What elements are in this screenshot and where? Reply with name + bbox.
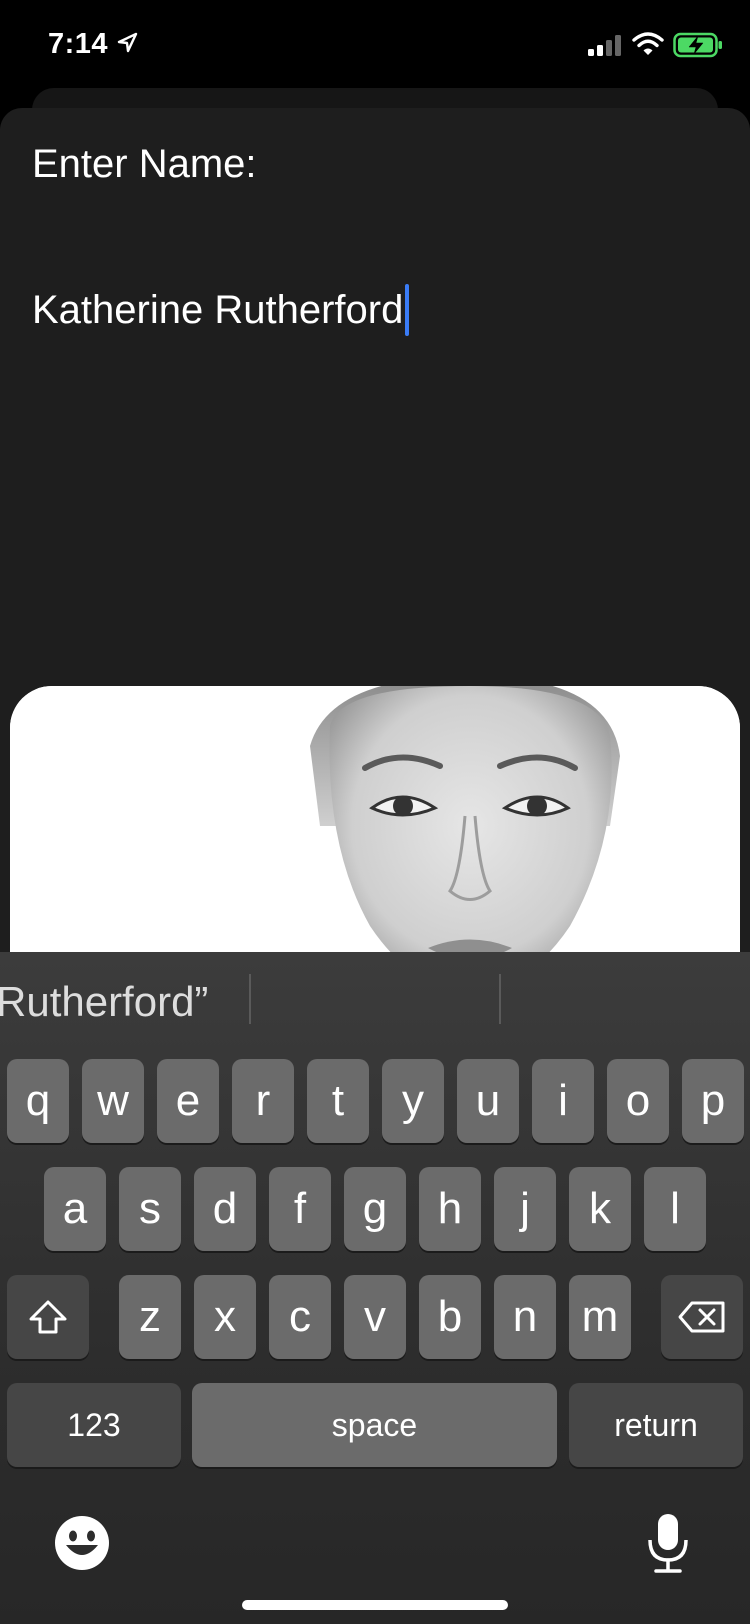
key-u[interactable]: u (457, 1059, 519, 1143)
key-a[interactable]: a (44, 1167, 106, 1251)
keyboard: Rutherford” q w e r t y u i o p a s d f … (0, 952, 750, 1624)
name-text-field[interactable]: Katherine Rutherford (32, 284, 410, 336)
emoji-icon (55, 1516, 109, 1570)
key-g[interactable]: g (344, 1167, 406, 1251)
key-n[interactable]: n (494, 1275, 556, 1359)
key-j[interactable]: j (494, 1167, 556, 1251)
key-q[interactable]: q (7, 1059, 69, 1143)
signal-icon (588, 35, 621, 56)
key-b[interactable]: b (419, 1275, 481, 1359)
suggestion-item[interactable]: Rutherford” (0, 978, 208, 1026)
delete-key[interactable] (661, 1275, 743, 1359)
key-f[interactable]: f (269, 1167, 331, 1251)
battery-charging-icon (673, 32, 722, 58)
microphone-icon (648, 1514, 688, 1573)
key-s[interactable]: s (119, 1167, 181, 1251)
shift-key[interactable] (7, 1275, 89, 1359)
key-d[interactable]: d (194, 1167, 256, 1251)
return-key[interactable]: return (569, 1383, 743, 1467)
name-field-value: Katherine Rutherford (32, 287, 404, 332)
predictive-bar: Rutherford” (0, 952, 750, 1056)
key-r[interactable]: r (232, 1059, 294, 1143)
key-v[interactable]: v (344, 1275, 406, 1359)
delete-icon (678, 1301, 725, 1333)
key-p[interactable]: p (682, 1059, 744, 1143)
key-e[interactable]: e (157, 1059, 219, 1143)
key-x[interactable]: x (194, 1275, 256, 1359)
shift-icon (29, 1300, 67, 1334)
key-w[interactable]: w (82, 1059, 144, 1143)
dictation-button[interactable] (646, 1512, 690, 1574)
emoji-button[interactable] (54, 1515, 110, 1571)
key-l[interactable]: l (644, 1167, 706, 1251)
key-y[interactable]: y (382, 1059, 444, 1143)
status-bar: 7:14 (0, 0, 750, 90)
key-m[interactable]: m (569, 1275, 631, 1359)
key-i[interactable]: i (532, 1059, 594, 1143)
key-k[interactable]: k (569, 1167, 631, 1251)
space-key[interactable]: space (192, 1383, 557, 1467)
text-cursor (405, 284, 410, 336)
key-z[interactable]: z (119, 1275, 181, 1359)
suggestion-divider (499, 974, 501, 1024)
key-o[interactable]: o (607, 1059, 669, 1143)
key-c[interactable]: c (269, 1275, 331, 1359)
suggestion-divider (249, 974, 251, 1024)
location-arrow-icon (117, 32, 138, 53)
key-h[interactable]: h (419, 1167, 481, 1251)
enter-name-label: Enter Name: (32, 142, 257, 186)
key-t[interactable]: t (307, 1059, 369, 1143)
home-indicator[interactable] (242, 1600, 508, 1610)
wifi-icon (632, 32, 664, 55)
numbers-key[interactable]: 123 (7, 1383, 181, 1467)
status-time: 7:14 (48, 28, 109, 60)
